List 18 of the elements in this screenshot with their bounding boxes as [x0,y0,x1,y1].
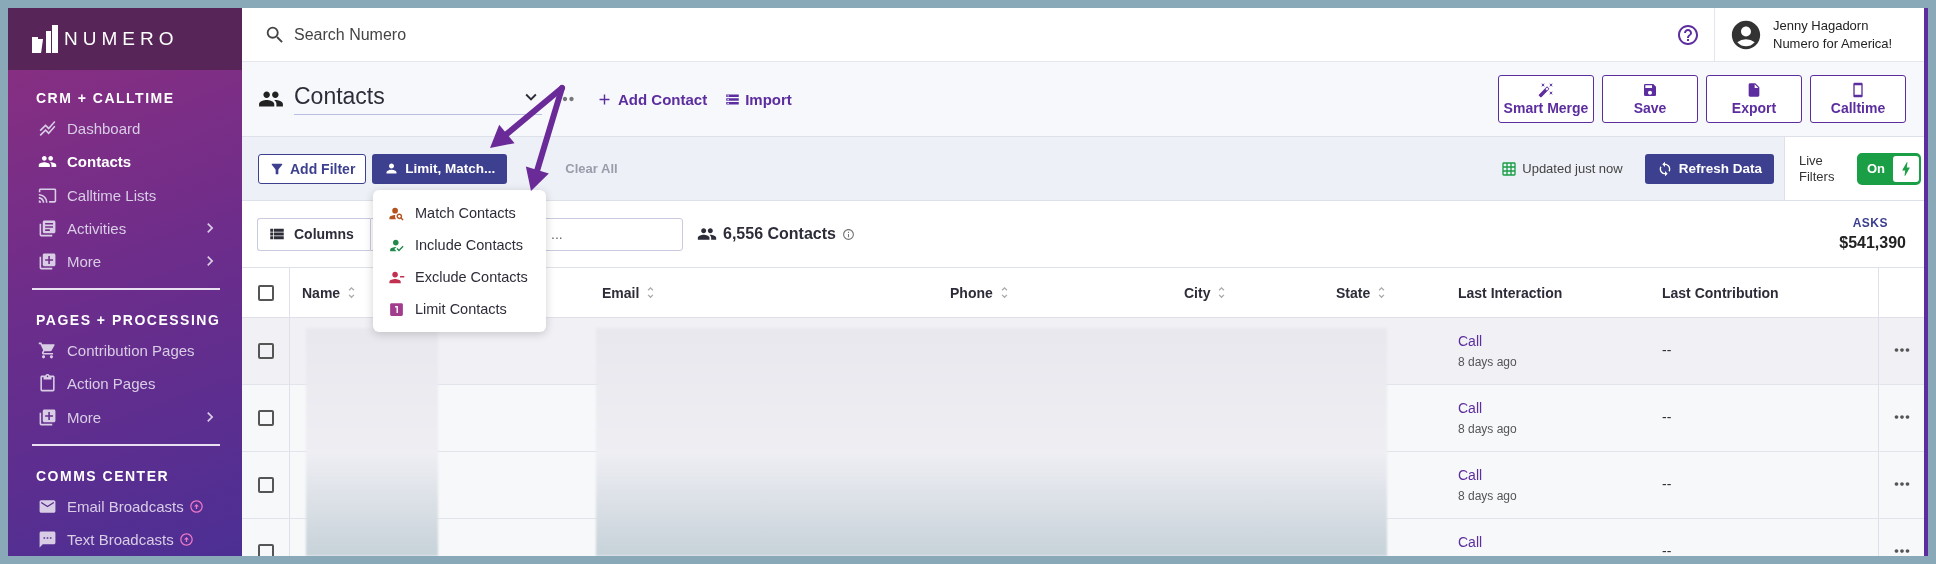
interaction-time: 8 days ago [1458,422,1518,436]
table-cell-text: -- [1662,342,1673,358]
live-filters-label: Live Filters [1799,152,1836,185]
interaction-time: 8 days ago [1458,489,1518,503]
update-status: Updated just now [1522,161,1623,176]
section-title: COMMS CENTER [35,466,171,486]
asks-label: ASKS [1852,216,1888,230]
user-name: Jenny Hagadorn [1773,18,1870,33]
contact-count: 6,556 Contacts [723,225,836,243]
brand-name: NUMERO [64,28,179,50]
table-cell-text: -- [1662,476,1673,492]
interaction-time: 8 days ago [1458,355,1518,369]
organization-name: Numero for America! [1773,36,1893,51]
section-title: PAGES + PROCESSING [35,311,222,330]
table-cell-text: -- [1662,543,1673,556]
asks-value: $541,390 [1839,234,1906,252]
section-title: CRM + CALLTIME [35,89,176,108]
table-cell-text: -- [1662,409,1673,425]
